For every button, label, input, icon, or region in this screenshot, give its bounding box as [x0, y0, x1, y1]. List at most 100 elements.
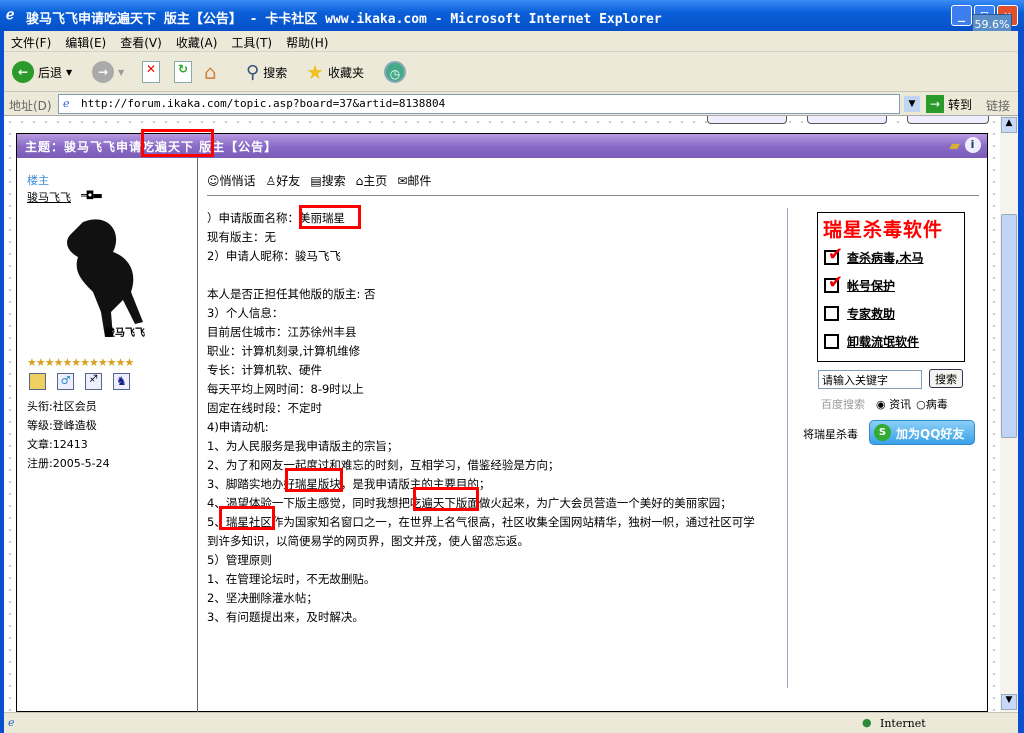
radio-virus[interactable]: ○病毒 — [916, 396, 948, 412]
checkbox-checked-icon: ✔ — [824, 272, 843, 293]
tab-button[interactable] — [807, 116, 887, 124]
post: 主题：骏马飞飞申请吃遍天下 版主【公告】 ▰ i 楼主 骏马飞飞 ═◘▬ 骏马飞… — [16, 129, 988, 712]
address-label: 地址(D) — [9, 99, 52, 113]
refresh-icon: ↻ — [174, 61, 192, 83]
search-options: 百度搜索 ◉ 资讯 ○病毒 — [821, 396, 948, 412]
radio-info[interactable]: ◉ 资讯 — [876, 396, 911, 412]
search-button[interactable]: 搜索 — [929, 369, 963, 388]
post-line: 1、为人民服务是我申请版主的宗旨； — [207, 439, 399, 453]
info-icon[interactable]: i — [965, 137, 981, 153]
toolbar: ← 后退 ▼ → ▼ ✕ ↻ ⌂ ⚲ 搜索 ★ 收藏夹 ◷ — [4, 52, 1018, 92]
forward-button[interactable]: → ▼ — [92, 60, 124, 84]
post-line: 专长：计算机软、硬件 — [207, 363, 322, 377]
highlight-box — [219, 506, 275, 530]
horse-icon: ♞ — [113, 373, 130, 390]
back-button[interactable]: ← 后退 ▼ — [12, 60, 72, 84]
highlight-box — [141, 129, 214, 157]
zone-label: Internet — [880, 717, 926, 730]
menu-file[interactable]: 文件(F) — [4, 31, 58, 54]
post-line: 3、有问题提出来，及时解决。 — [207, 610, 364, 624]
homepage-link[interactable]: ⌂主页 — [356, 172, 388, 189]
post-line: 5）管理原则 — [207, 553, 272, 567]
go-arrow-icon: → — [926, 95, 944, 113]
favorites-button[interactable]: ★ 收藏夹 — [306, 60, 364, 84]
scroll-thumb[interactable] — [1001, 214, 1017, 438]
go-button[interactable]: → 转到 — [926, 95, 972, 113]
divider — [207, 195, 979, 196]
dropdown-icon[interactable]: ▼ — [66, 68, 72, 77]
author-level: 等级:登峰造极 — [27, 419, 97, 432]
home-icon: ⌂ — [204, 60, 217, 84]
highlight-box — [413, 487, 479, 511]
qq-prefix: 将瑞星杀毒 — [803, 428, 858, 441]
scroll-down-button[interactable]: ▼ — [1001, 694, 1017, 710]
search-icon: ⚲ — [246, 61, 260, 83]
badges: ♂ ♐ ♞ — [29, 373, 130, 390]
window-frame — [1018, 31, 1024, 733]
ad-item[interactable]: 卸载流氓软件 — [824, 333, 919, 350]
tab-button[interactable] — [907, 116, 989, 124]
star-icon: ★ — [306, 60, 324, 84]
menu-help[interactable]: 帮助(H) — [279, 31, 335, 54]
post-line: 现有版主：无 — [207, 230, 276, 244]
menu-view[interactable]: 查看(V) — [113, 31, 169, 54]
menu-favorites[interactable]: 收藏(A) — [169, 31, 225, 54]
rank-stars: ★★★★★★★★★★★★ — [27, 356, 134, 369]
keyword-input[interactable] — [818, 370, 922, 389]
menu-edit[interactable]: 编辑(E) — [58, 31, 113, 54]
whisper-link[interactable]: ☺悄悄话 — [207, 172, 256, 189]
scroll-up-button[interactable]: ▲ — [1001, 117, 1017, 133]
post-line: 2、为了和网友一起度过和难忘的时刻，互相学习，借鉴经验是方向； — [207, 458, 560, 472]
add-qq-button[interactable]: S 加为QQ好友 — [869, 420, 975, 445]
post-line: 每天平均上网时间：8-9时以上 — [207, 382, 364, 396]
sagittarius-icon: ♐ — [85, 373, 102, 390]
folder-icon[interactable]: ▰ — [949, 138, 961, 154]
window-title: 骏马飞飞申请吃遍天下 版主【公告】 - 卡卡社区 www.ikaka.com -… — [26, 12, 662, 27]
post-line: 2、坚决删除灌水帖； — [207, 591, 318, 605]
page-icon: ℯ — [63, 97, 70, 110]
checkbox-checked-icon: ✔ — [824, 244, 843, 265]
forward-arrow-icon: → — [92, 61, 114, 83]
vertical-scrollbar[interactable]: ▲ ▼ — [1000, 116, 1018, 712]
back-arrow-icon: ← — [12, 61, 34, 83]
menu-tools[interactable]: 工具(T) — [224, 31, 279, 54]
friend-link[interactable]: ♙好友 — [266, 172, 301, 189]
post-line: 到许多知识，以简便易学的网页界，图文并茂，使人留恋忘返。 — [207, 534, 529, 548]
minimize-button[interactable]: _ — [951, 5, 972, 26]
avatar-caption: 骏马飞飞 — [105, 328, 145, 339]
checkbox-icon — [824, 334, 839, 349]
stop-button[interactable]: ✕ — [142, 60, 160, 84]
lion-zodiac-icon — [29, 373, 46, 390]
highlight-box — [299, 205, 361, 229]
ad-item[interactable]: 专家救助 — [824, 305, 895, 322]
post-line: 5、瑞星社区作为国家知名窗口之一，在世界上名气很高，社区收集全国网站精华，独树一… — [207, 515, 755, 529]
post-line: 4)申请动机: — [207, 420, 269, 434]
globe-icon: ● — [862, 716, 872, 729]
checkbox-icon — [824, 306, 839, 321]
url-input[interactable]: ℯ http://forum.ikaka.com/topic.asp?board=… — [58, 94, 900, 114]
url-dropdown-icon[interactable]: ▼ — [904, 96, 920, 112]
author-name[interactable]: 骏马飞飞 — [27, 189, 71, 205]
qq-icon: S — [874, 424, 891, 441]
search-button[interactable]: ⚲ 搜索 — [246, 60, 287, 84]
rising-ad[interactable]: 瑞星杀毒软件 ✔ 查杀病毒,木马 ✔ 帐号保护 专家救助 卸载流氓软件 — [817, 212, 965, 362]
plug-icon: ═◘▬ — [81, 189, 103, 202]
links-button[interactable]: 链接 — [986, 97, 1010, 114]
title-bar: ℯ 骏马飞飞申请吃遍天下 版主【公告】 - 卡卡社区 www.ikaka.com… — [0, 0, 1024, 31]
search-link[interactable]: ▤搜索 — [310, 172, 345, 189]
author-panel: 楼主 骏马飞飞 ═◘▬ 骏马飞飞 ★★★★★★★★★★★★ ♂ ♐ ♞ 头衔:社… — [17, 158, 198, 712]
post-line: 固定在线时段：不定时 — [207, 401, 322, 415]
history-button[interactable]: ◷ — [384, 60, 406, 84]
ad-item[interactable]: ✔ 帐号保护 — [824, 272, 895, 294]
post-body: ☺悄悄话 ♙好友 ▤搜索 ⌂主页 ✉邮件 ）申请版面名称：美丽瑞星 现有版主：无 2… — [207, 158, 982, 708]
refresh-button[interactable]: ↻ — [174, 60, 192, 84]
post-line: 2）申请人昵称：骏马飞飞 — [207, 249, 341, 263]
home-button[interactable]: ⌂ — [204, 60, 217, 84]
email-link[interactable]: ✉邮件 — [397, 172, 431, 189]
tab-button[interactable] — [707, 116, 787, 124]
ad-item[interactable]: ✔ 查杀病毒,木马 — [824, 244, 924, 266]
status-bar: ℯ ● Internet — [4, 712, 1018, 733]
divider — [787, 208, 788, 688]
male-icon: ♂ — [57, 373, 74, 390]
ad-title: 瑞星杀毒软件 — [823, 219, 944, 241]
